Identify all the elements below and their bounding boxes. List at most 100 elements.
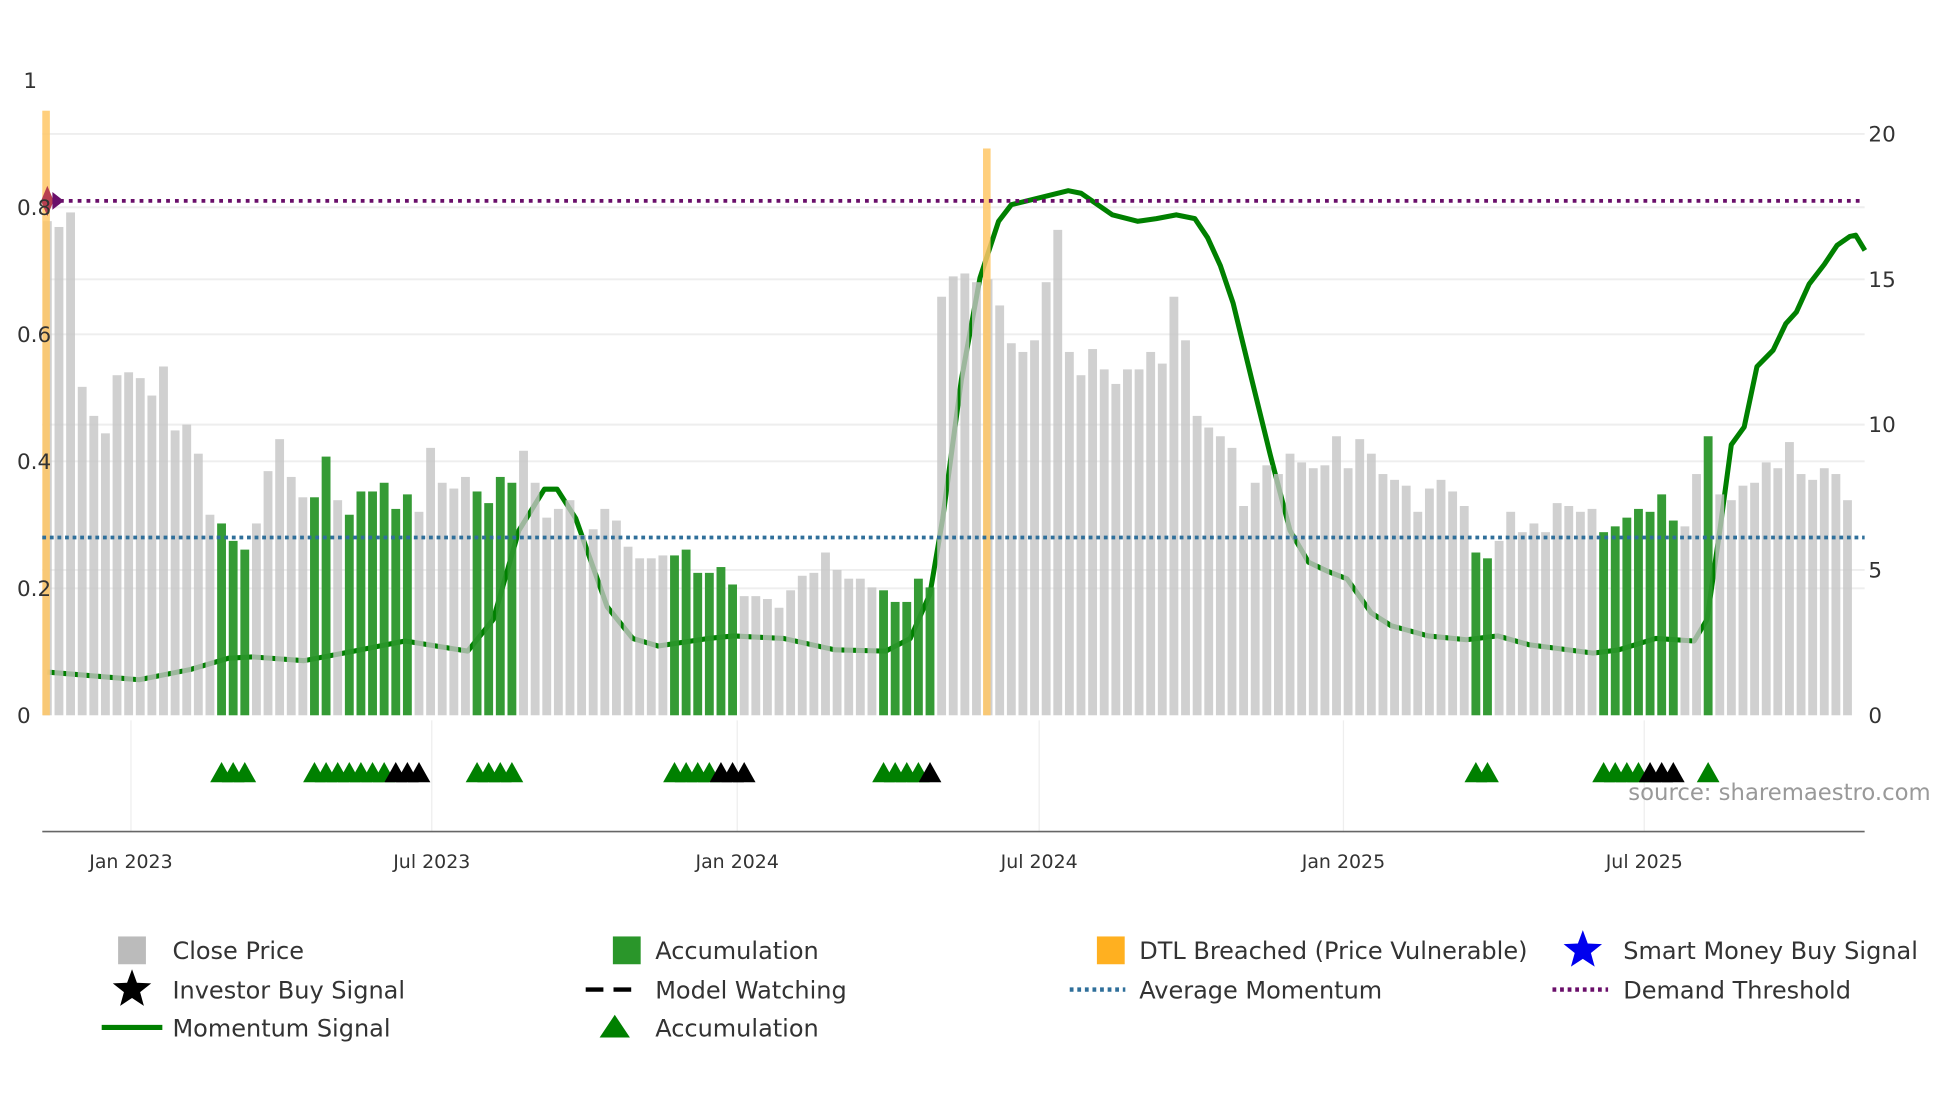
close-price-bar [1424,488,1434,716]
close-price-bar [1262,465,1272,716]
close-price-bar [1575,511,1585,716]
close-price-bar [124,372,134,716]
close-price-bar [263,471,273,716]
close-price-bar [414,511,424,716]
legend-label: Accumulation [655,1014,819,1042]
x-axis-tick: Jul 2025 [1605,851,1683,873]
close-price-bar [461,476,470,716]
signal-markers [210,762,1720,783]
close-price-bar [530,482,540,716]
close-price-bar [600,508,610,716]
close-price-bar [821,552,830,716]
close-price-bar [1250,482,1260,716]
left-axis-tick: 1 [23,69,37,94]
close-price-bar [100,433,110,716]
close-price-bar [739,596,749,716]
left-axis-tick: 0.8 [17,196,51,221]
legend-item: Accumulation [612,936,819,965]
accumulation-bar [716,567,726,716]
close-price-bar [170,430,180,716]
green-square-icon [612,936,641,965]
close-price-bar [1541,532,1550,716]
legend-item: Demand Threshold [1552,976,1851,1004]
grey-square-icon [118,936,146,965]
close-price-bar [437,482,447,716]
legend-label: Demand Threshold [1623,976,1851,1004]
close-price-bar [855,578,865,716]
right-axis-tick: 15 [1868,268,1895,293]
close-price-bar [1390,479,1399,716]
close-price-bar [1587,508,1597,716]
legend-item: Smart Money Buy Signal [1563,930,1918,967]
source-note: source: sharemaestro.com [1628,780,1930,806]
close-price-bar [77,386,87,716]
close-price-bar [751,596,761,716]
close-price-bar [588,529,598,716]
legend: Close Price Accumulation DTL Breached (Pri… [101,930,1918,1042]
right-axis-tick: 0 [1868,704,1882,729]
x-axis-tick: Jul 2024 [1000,851,1078,873]
close-price-bar [159,366,168,716]
close-price-bar [298,497,308,716]
legend-label: Close Price [172,937,304,965]
accumulation-bar [368,491,377,716]
close-price-bar [1215,436,1225,716]
left-axis-tick: 0.6 [17,323,51,348]
accumulation-bar [902,601,912,716]
accumulation-bar [1599,532,1609,716]
accumulation-bar [391,508,401,716]
close-price-bar [1843,500,1852,716]
accumulation-bar [925,587,935,716]
x-axis-tick: Jan 2025 [1301,851,1385,873]
accumulation-bar [670,555,679,716]
close-price-bar [553,508,563,716]
close-price-bar [1401,485,1411,716]
close-price-bar [1134,369,1144,716]
close-price-bar [1692,474,1701,716]
left-axis-tick: 0.2 [17,577,51,602]
close-price-bar [112,375,122,716]
close-price-bar [193,453,203,716]
accumulation-bar [704,572,714,716]
close-price-bar [1006,343,1016,716]
close-price-bar [1355,439,1365,716]
close-price-bar [286,476,296,716]
close-price-bar [1413,511,1423,716]
accumulation-bar [728,584,737,716]
legend-label: Average Momentum [1139,976,1382,1004]
close-price-bar [1436,479,1446,716]
accumulation-bar [240,549,250,716]
close-price-bar [1274,474,1283,716]
right-axis-tick: 20 [1868,123,1895,148]
close-price-bar [147,395,157,716]
accumulation-bar [1610,526,1620,716]
black-star-icon [112,969,152,1006]
left-axis-tick: 0.4 [17,450,51,475]
legend-item: Accumulation [599,1014,819,1042]
close-price-bar [1506,511,1516,716]
close-price-bar [809,572,819,716]
close-price-bar [449,488,459,716]
accumulation-bar [913,578,923,716]
close-price-bar [1552,503,1562,716]
close-price-bar [1517,532,1527,716]
close-price-bar [1041,282,1051,716]
orange-square-icon [1096,936,1125,965]
accumulation-bar [890,601,900,716]
close-price-bar [1761,462,1771,716]
right-axis-tick: 5 [1868,559,1882,584]
close-price-bar [519,450,528,716]
close-price-bar [1738,485,1748,716]
close-price-bar [762,599,772,716]
close-price-bar [612,520,621,716]
close-price-bar [623,546,633,716]
close-price-bar [1320,465,1330,716]
close-price-bar [1332,436,1341,716]
x-axis-tick: Jul 2023 [392,851,470,873]
close-price-bar [635,558,645,716]
close-price-bar [646,558,656,716]
accumulation-bar [356,491,366,716]
close-price-bar [577,535,587,716]
legend-item: Close Price [118,936,304,965]
accumulation-bar [1634,508,1643,716]
